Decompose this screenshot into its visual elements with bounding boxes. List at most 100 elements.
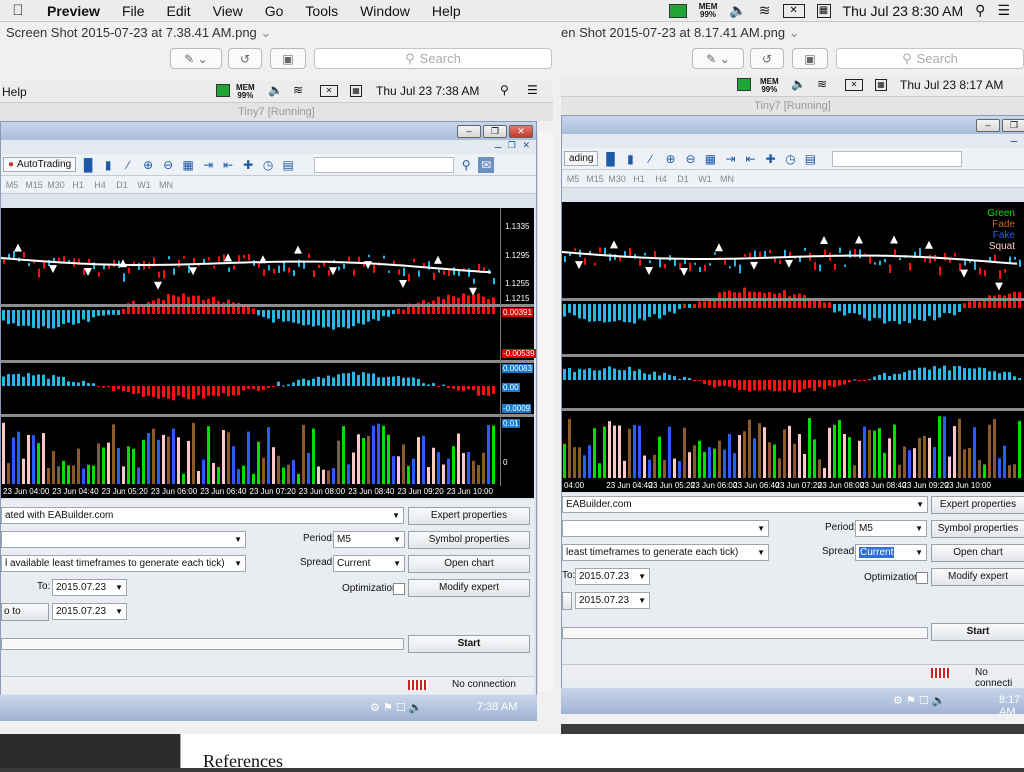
optimization-checkbox[interactable]: [916, 572, 928, 584]
markup-button[interactable]: ✎ ⌄: [692, 48, 744, 69]
open-chart-button[interactable]: Open chart: [931, 544, 1024, 562]
clock[interactable]: Thu Jul 23 8:30 AM: [843, 3, 964, 19]
upto-date-field[interactable]: 2015.07.23 ▼: [575, 592, 650, 609]
volume-icon[interactable]: 🔈: [729, 2, 746, 19]
open-chart-button[interactable]: Open chart: [408, 555, 530, 573]
rotate-button[interactable]: ↺: [750, 48, 784, 69]
candle-chart-icon[interactable]: ▮: [100, 157, 116, 173]
pane-separator[interactable]: [562, 408, 1024, 411]
child-minimize-icon[interactable]: ⚊: [1010, 134, 1018, 145]
model-select[interactable]: l available least timeframes to generate…: [1, 555, 246, 572]
autoscroll-icon[interactable]: ⇥: [200, 157, 216, 173]
menu-app-preview[interactable]: Preview: [36, 3, 111, 19]
start-button[interactable]: Start: [408, 635, 530, 653]
to-date-field[interactable]: 2015.07.23 ▼: [52, 579, 127, 596]
zoom-in-icon[interactable]: ⊕: [140, 157, 156, 173]
indicators-icon[interactable]: ✚: [240, 157, 256, 173]
pane-separator[interactable]: [1, 414, 534, 417]
scrollbar[interactable]: [537, 132, 553, 692]
use-date-to-button[interactable]: [562, 592, 572, 610]
tf-m15[interactable]: M15: [23, 180, 45, 190]
spotlight-icon[interactable]: ⚲: [975, 2, 985, 19]
tf-d1[interactable]: D1: [111, 180, 133, 190]
tf-w1[interactable]: W1: [694, 174, 716, 184]
expert-properties-button[interactable]: Expert properties: [931, 496, 1024, 514]
maximize-button[interactable]: ❐: [483, 125, 507, 138]
child-close-icon[interactable]: ✕: [522, 140, 530, 151]
rotate-button[interactable]: ↺: [228, 48, 262, 69]
line-chart-icon[interactable]: ∕: [120, 157, 136, 173]
pane-separator[interactable]: [562, 298, 1024, 301]
periods-icon[interactable]: ◷: [260, 157, 276, 173]
tray-icons[interactable]: ⚙ ⚑ ☐ 🔈: [370, 701, 422, 714]
tf-m5[interactable]: M5: [1, 180, 23, 190]
modify-expert-button[interactable]: Modify expert: [931, 568, 1024, 586]
modify-expert-button[interactable]: Modify expert: [408, 579, 530, 597]
to-date-field[interactable]: 2015.07.23 ▼: [575, 568, 650, 585]
spread-select[interactable]: Current ▼: [855, 544, 927, 561]
tf-h1[interactable]: H1: [628, 174, 650, 184]
menu-window[interactable]: Window: [349, 3, 421, 19]
price-chart[interactable]: 1.1335 1.1295 1.1255 1.1215 0.00391 -0.0…: [1, 208, 536, 498]
chart-shift-icon[interactable]: ⇤: [220, 157, 236, 173]
symbol-properties-button[interactable]: Symbol properties: [408, 531, 530, 549]
tf-mn[interactable]: MN: [155, 180, 177, 190]
mt-search-input[interactable]: [314, 156, 455, 173]
model-select[interactable]: least timeframes to generate each tick) ▼: [562, 544, 769, 561]
tf-h4[interactable]: H4: [650, 174, 672, 184]
search-input[interactable]: ⚲ Search: [836, 48, 1024, 69]
menu-view[interactable]: View: [202, 3, 254, 19]
mt-search-icon[interactable]: ⚲: [458, 157, 474, 173]
expert-select[interactable]: EABuilder.com ▼: [562, 496, 928, 513]
tile-windows-icon[interactable]: ▦: [180, 157, 196, 173]
symbol-properties-button[interactable]: Symbol properties: [931, 520, 1024, 538]
tf-w1[interactable]: W1: [133, 180, 155, 190]
bar-chart-icon[interactable]: █: [602, 151, 618, 167]
use-date-to-button[interactable]: o to: [1, 603, 49, 621]
chart-shift-icon[interactable]: ⇤: [742, 151, 758, 167]
vm-menu-help[interactable]: Help: [0, 85, 27, 99]
spread-select[interactable]: Current ▼: [333, 555, 405, 572]
markup-button[interactable]: ✎ ⌄: [170, 48, 222, 69]
pane-separator[interactable]: [1, 360, 534, 363]
tf-m30[interactable]: M30: [45, 180, 67, 190]
child-restore-icon[interactable]: ❐: [508, 140, 516, 151]
periods-icon[interactable]: ◷: [782, 151, 798, 167]
tile-windows-icon[interactable]: ▦: [702, 151, 718, 167]
optimization-checkbox[interactable]: [393, 583, 405, 595]
apple-icon[interactable]: : [0, 2, 36, 19]
minimize-button[interactable]: –: [976, 119, 1000, 132]
tf-h1[interactable]: H1: [67, 180, 89, 190]
search-input[interactable]: ⚲ Search: [314, 48, 552, 69]
maximize-button[interactable]: ❐: [1002, 119, 1024, 132]
start-button[interactable]: Start: [931, 623, 1024, 641]
mt-search-input[interactable]: [832, 150, 963, 167]
menu-help[interactable]: Help: [421, 3, 472, 19]
menu-go[interactable]: Go: [254, 3, 295, 19]
pane-separator[interactable]: [562, 354, 1024, 357]
zoom-out-icon[interactable]: ⊖: [160, 157, 176, 173]
price-chart[interactable]: Green Fade Fake Squat 04:00 23 Jun 04:40 2…: [562, 202, 1024, 492]
close-button[interactable]: ✕: [509, 125, 533, 138]
list-icon[interactable]: ☰: [997, 2, 1010, 19]
menu-file[interactable]: File: [111, 3, 156, 19]
period-select[interactable]: M5 ▼: [855, 520, 927, 537]
templates-icon[interactable]: ▤: [802, 151, 818, 167]
menu-tools[interactable]: Tools: [294, 3, 349, 19]
menu-edit[interactable]: Edit: [156, 3, 202, 19]
child-minimize-icon[interactable]: ⚊: [494, 140, 502, 151]
toolbox-icon[interactable]: ▣: [270, 48, 306, 69]
expert-properties-button[interactable]: Expert properties: [408, 507, 530, 525]
chat-icon[interactable]: ✉: [478, 156, 495, 173]
expert-select[interactable]: ated with EABuilder.com ▼: [1, 507, 404, 524]
minimize-button[interactable]: –: [457, 125, 481, 138]
line-chart-icon[interactable]: ∕: [642, 151, 658, 167]
toolbox-icon[interactable]: ▣: [792, 48, 828, 69]
upto-date-field[interactable]: 2015.07.23 ▼: [52, 603, 127, 620]
symbol-select[interactable]: ▼: [562, 520, 769, 537]
pane-separator[interactable]: [1, 304, 534, 307]
templates-icon[interactable]: ▤: [280, 157, 296, 173]
indicators-icon[interactable]: ✚: [762, 151, 778, 167]
autotrading-button[interactable]: ● AutoTrading: [3, 157, 77, 172]
tray-icons[interactable]: ⚙ ⚑ ☐ 🔈: [893, 694, 945, 707]
